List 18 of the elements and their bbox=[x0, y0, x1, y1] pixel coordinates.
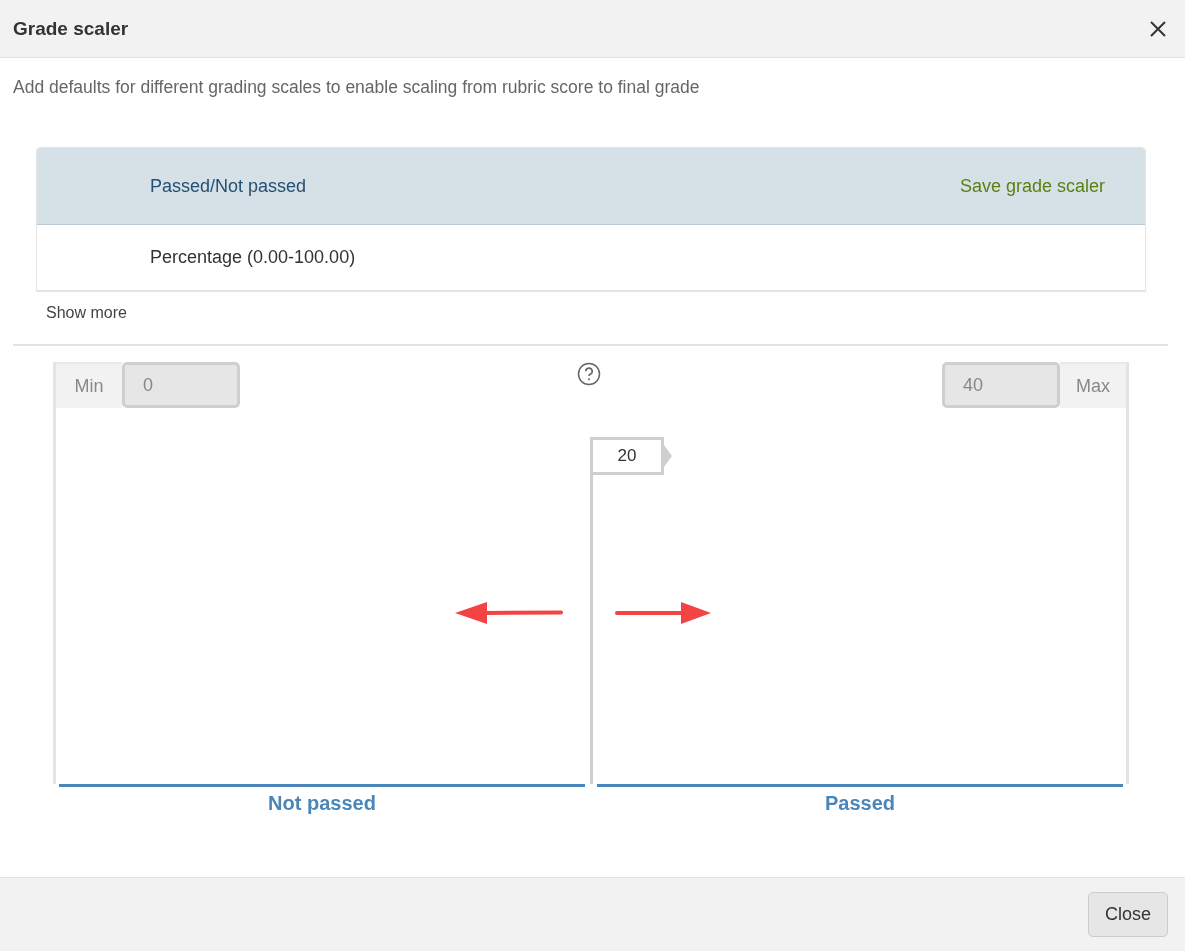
zone-label: Passed bbox=[824, 792, 896, 815]
scale-name: Percentage (0.00-100.00) bbox=[150, 247, 356, 268]
description-text: Add defaults for different grading scales to enable scaling from rubric score to final grade bbox=[13, 77, 701, 98]
dialog-title: Grade scaler bbox=[13, 17, 129, 40]
threshold-value: 20 bbox=[593, 437, 664, 475]
show-more-link[interactable]: Show more bbox=[46, 304, 127, 322]
zone-label: Not passed bbox=[268, 792, 376, 815]
close-icon bbox=[1149, 19, 1167, 38]
max-label: Max bbox=[1060, 362, 1126, 408]
save-link[interactable]: Save grade scaler bbox=[959, 175, 1105, 197]
right-arrow-icon bbox=[615, 602, 711, 624]
min-label: Min bbox=[56, 362, 122, 408]
scale-name: Passed/Not passed bbox=[150, 175, 307, 197]
left-arrow-icon bbox=[455, 602, 563, 624]
threshold-handle[interactable] bbox=[590, 437, 593, 784]
help-icon[interactable] bbox=[577, 362, 601, 386]
close-dialog-button[interactable]: Close bbox=[1087, 892, 1168, 937]
scale-row[interactable]: Passed/Not passed Save grade scaler bbox=[37, 148, 1145, 225]
